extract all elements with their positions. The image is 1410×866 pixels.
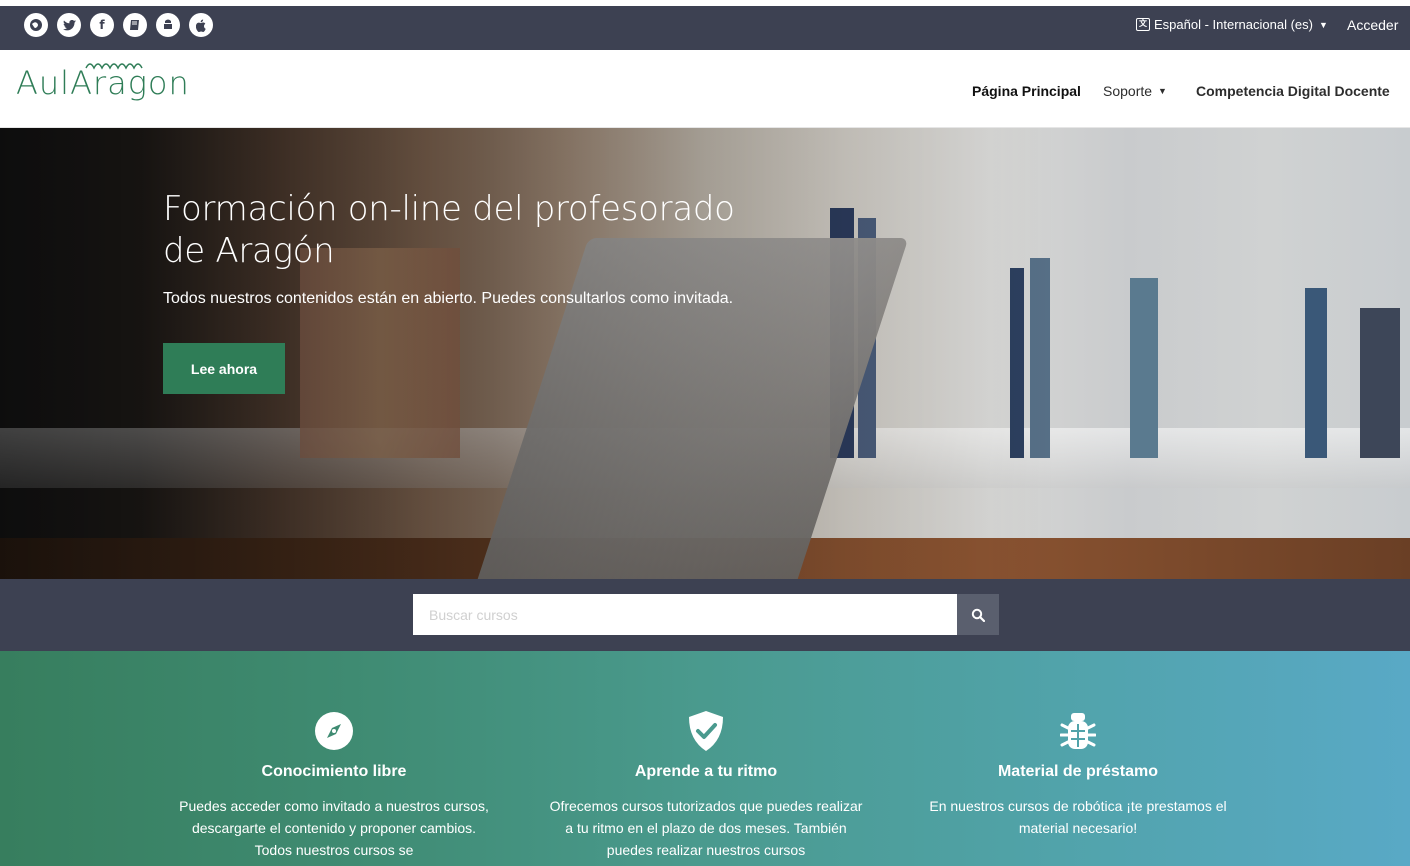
language-selector[interactable]: 文 Español - Internacional (es) ▼: [1136, 17, 1328, 32]
nav-support-label: Soporte: [1103, 83, 1153, 99]
facebook-icon[interactable]: f: [90, 13, 114, 37]
login-link[interactable]: Acceder: [1347, 17, 1398, 33]
nav-home[interactable]: Página Principal: [972, 83, 1081, 99]
features-section: Conocimiento libre Puedes acceder como i…: [0, 651, 1410, 866]
hero-title: Formación on-line del profesorado de Ara…: [163, 189, 735, 271]
hero-banner: Formación on-line del profesorado de Ara…: [0, 128, 1410, 579]
course-search-bar: [0, 579, 1410, 651]
read-now-button[interactable]: Lee ahora: [163, 343, 285, 394]
chevron-down-icon: ▼: [1158, 86, 1167, 96]
top-gap: [0, 0, 1410, 6]
twitter-icon[interactable]: [57, 13, 81, 37]
shield-check-icon: [686, 711, 726, 751]
search-icon: [971, 608, 985, 622]
feature-card: Conocimiento libre Puedes acceder como i…: [174, 711, 494, 861]
feature-title: Aprende a tu ritmo: [634, 763, 778, 780]
globe-icon[interactable]: [24, 13, 48, 37]
feature-text: En nuestros cursos de robótica ¡te prest…: [929, 798, 1227, 836]
android-icon[interactable]: [156, 13, 180, 37]
nav-support[interactable]: Soporte ▼: [1103, 83, 1167, 99]
hero-subtitle: Todos nuestros contenidos están en abier…: [163, 290, 734, 307]
feature-title: Material de préstamo: [997, 763, 1159, 780]
feature-card: Aprende a tu ritmo Ofrecemos cursos tuto…: [546, 711, 866, 861]
social-links: f: [24, 13, 213, 37]
logo-waves: [85, 63, 143, 70]
feature-title: Conocimiento libre: [261, 763, 407, 780]
compass-icon: [314, 711, 354, 751]
feature-card: Material de préstamo En nuestros cursos …: [918, 711, 1238, 839]
chevron-down-icon: ▼: [1318, 19, 1328, 30]
bug-icon: [1058, 711, 1098, 751]
site-logo[interactable]: AulAragon: [16, 63, 190, 102]
language-label: Español - Internacional (es): [1154, 17, 1313, 32]
book-icon[interactable]: [123, 13, 147, 37]
translate-icon: 文: [1136, 18, 1150, 31]
feature-text: Ofrecemos cursos tutorizados que puedes …: [549, 798, 863, 858]
top-bar: f 文 Español - Internacional (es) ▼ Acced…: [0, 0, 1410, 50]
search-button[interactable]: [957, 594, 999, 635]
search-input[interactable]: [413, 594, 957, 635]
feature-text: Puedes acceder como invitado a nuestros …: [179, 798, 489, 858]
nav-competence[interactable]: Competencia Digital Docente: [1196, 83, 1390, 99]
site-header: AulAragon Página Principal Soporte ▼ Com…: [0, 50, 1410, 128]
apple-icon[interactable]: [189, 13, 213, 37]
